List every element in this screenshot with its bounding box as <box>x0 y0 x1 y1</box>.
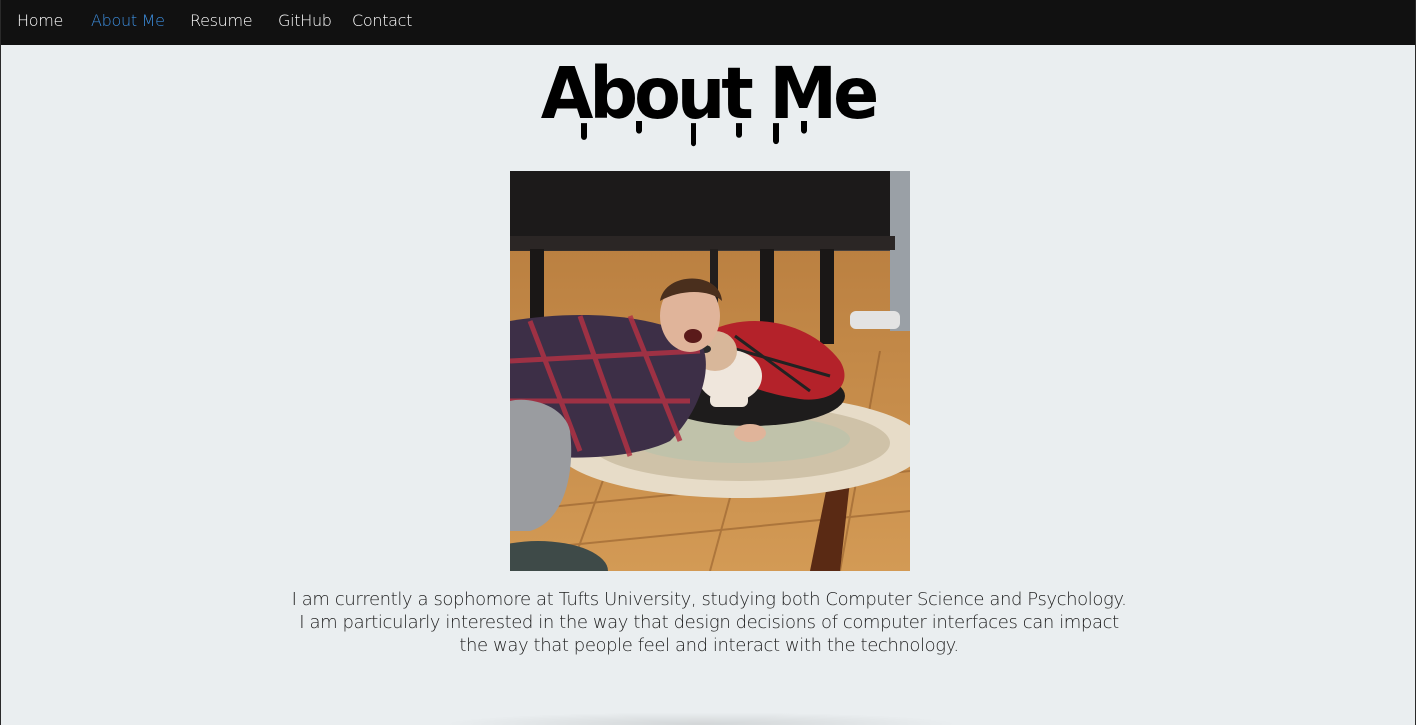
page-title-container: About Me <box>1 52 1415 148</box>
title-drip-decoration <box>800 121 807 134</box>
title-drip-decoration <box>772 123 779 145</box>
bio-line: I am particularly interested in the way … <box>299 612 1119 633</box>
title-drip-decoration <box>580 123 587 140</box>
top-navbar: Home About Me Resume GitHub Contact <box>1 0 1415 45</box>
title-drip-decoration <box>635 121 642 134</box>
nav-github-link[interactable]: GitHub <box>278 11 332 30</box>
bio-line: I am currently a sophomore at Tufts Univ… <box>291 589 1127 610</box>
nav-about-me-link[interactable]: About Me <box>91 11 165 30</box>
page-title: About Me <box>540 50 879 151</box>
profile-photo <box>510 171 910 571</box>
nav-home-link[interactable]: Home <box>17 11 63 30</box>
title-drip-decoration <box>690 123 696 147</box>
profile-photo-image <box>510 171 910 571</box>
page: Home About Me Resume GitHub Contact Abou… <box>0 0 1416 725</box>
page-title-text: About Me <box>540 52 879 136</box>
nav-contact-link[interactable]: Contact <box>352 11 412 30</box>
bio-line: the way that people feel and interact wi… <box>459 635 959 656</box>
bio-paragraph: I am currently a sophomore at Tufts Univ… <box>209 588 1209 657</box>
footer-shadow <box>441 712 961 725</box>
nav-resume-link[interactable]: Resume <box>190 11 253 30</box>
title-drip-decoration <box>735 123 742 138</box>
